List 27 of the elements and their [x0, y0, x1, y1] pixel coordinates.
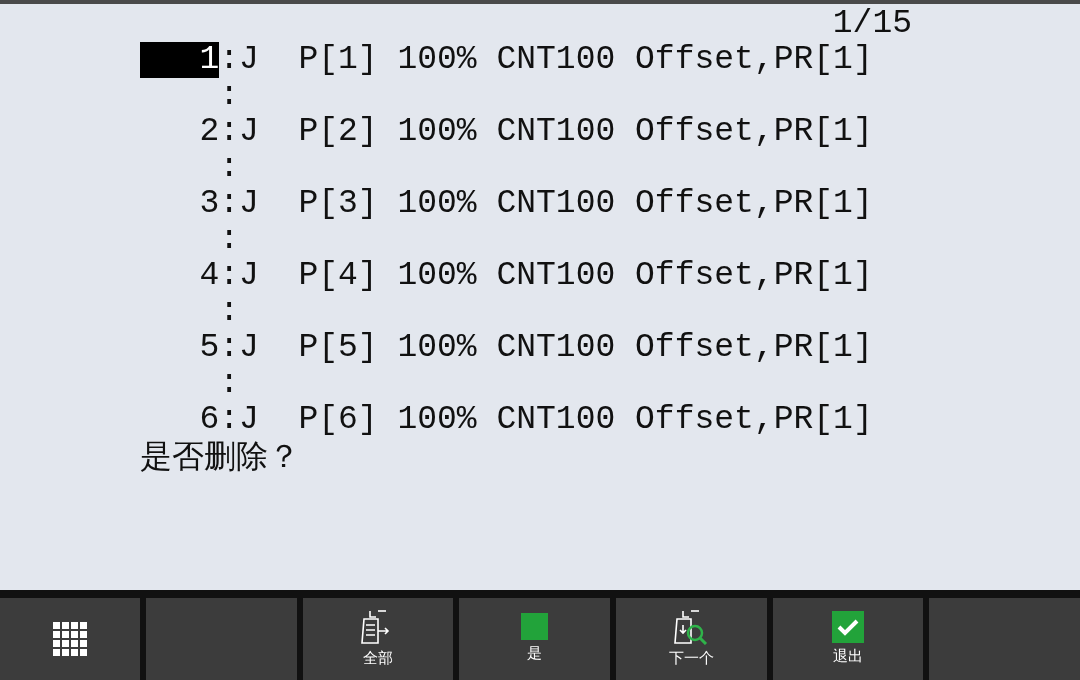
function-key[interactable]: 退出: [772, 598, 924, 680]
function-key[interactable]: 全部: [302, 598, 454, 680]
program-instruction: :J P[1] 100% CNT100 Offset,PR[1]: [219, 42, 873, 78]
continuation-mark: :: [219, 366, 239, 402]
program-instruction: :J P[5] 100% CNT100 Offset,PR[1]: [219, 330, 873, 366]
line-number[interactable]: 5: [140, 330, 220, 366]
program-instruction: :J P[4] 100% CNT100 Offset,PR[1]: [219, 258, 873, 294]
delete-prompt: 是否删除？: [140, 438, 300, 474]
line-number[interactable]: 2: [140, 114, 220, 150]
continuation-mark: :: [219, 78, 239, 114]
program-instruction: :J P[6] 100% CNT100 Offset,PR[1]: [219, 402, 873, 438]
continuation-mark: :: [219, 150, 239, 186]
line-number[interactable]: 4: [140, 258, 220, 294]
check-icon: [832, 610, 864, 643]
function-key[interactable]: 下一个: [616, 598, 767, 680]
function-key[interactable]: 是: [459, 598, 610, 680]
line-number[interactable]: 3: [140, 186, 220, 222]
program-instruction: :J P[3] 100% CNT100 Offset,PR[1]: [219, 186, 873, 222]
program-instruction: :J P[2] 100% CNT100 Offset,PR[1]: [219, 114, 873, 150]
page-indicator: 1/15: [832, 6, 912, 40]
continuation-mark: :: [219, 294, 239, 330]
grid-icon: [53, 622, 87, 656]
function-key[interactable]: [0, 598, 140, 680]
line-number[interactable]: 6: [140, 402, 220, 438]
continuation-mark: :: [219, 222, 239, 258]
square-icon: [521, 613, 549, 641]
line-number[interactable]: 1: [140, 42, 220, 78]
